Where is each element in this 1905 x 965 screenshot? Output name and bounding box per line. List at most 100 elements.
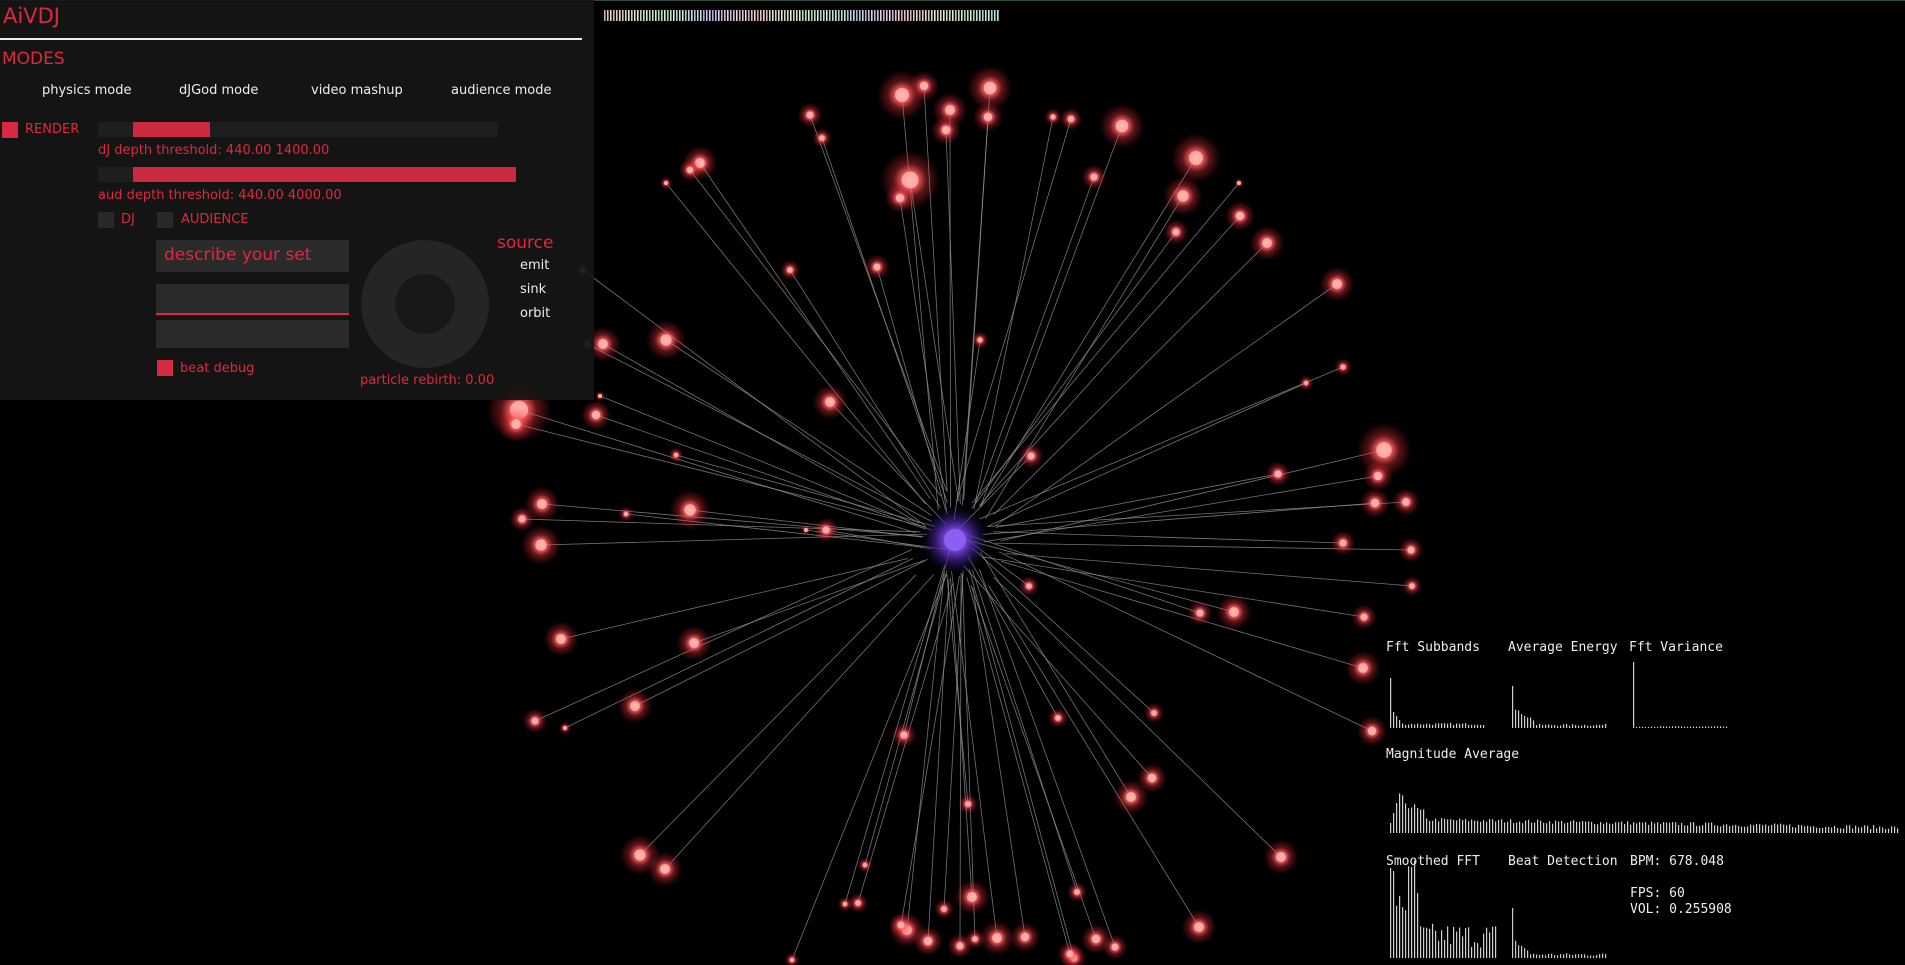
analyzer-bar [1420,724,1422,728]
particle-core [945,105,955,115]
analyzer-bar [1450,943,1452,958]
particle-core [1373,471,1383,481]
audience-mode-button[interactable]: audience mode [451,83,551,98]
particle-core [1340,364,1346,370]
analyzer-bar [1521,945,1523,958]
analyzer-bar [1723,824,1725,833]
particle-rebirth-knob[interactable] [361,240,489,368]
particle-ray [599,395,932,531]
analyzer-bar [1459,818,1461,833]
source-orbit-option[interactable]: orbit [520,306,550,321]
analyzer-bar [1429,724,1431,728]
djgod-mode-button[interactable]: dJGod mode [179,83,258,98]
particle-core [895,88,909,102]
spectrum-bar [655,10,657,21]
particle-core [518,515,526,523]
particle-ray [993,531,1344,544]
describe-set-input[interactable]: describe your set [156,240,349,272]
particle-ray [560,558,909,640]
smoothed-fft-graph [1390,860,1497,958]
analyzer-bar [1717,726,1719,728]
particle-core [1276,852,1286,862]
dj-depth-slider[interactable] [98,122,498,137]
spectrum-bar [967,10,969,21]
analyzer-bar [1603,823,1605,833]
analyzer-bar [1393,871,1395,958]
source-emit-option[interactable]: emit [520,258,549,273]
spectrum-bar [691,10,693,21]
app-title: AiVDJ [3,4,60,28]
analyzer-bar [1584,954,1586,958]
spectrum-bar [697,10,699,21]
particle-core [598,339,608,349]
analyzer-bar [1468,724,1470,728]
particle-core [992,933,1002,943]
analyzer-bar [1414,860,1416,958]
particle-ray [515,423,927,528]
analyzer-bar [1627,821,1629,833]
analyzer-bar [1561,820,1563,833]
aud-depth-slider[interactable] [98,167,516,182]
render-checkbox[interactable] [2,122,18,138]
analyzer-bar [1399,793,1401,833]
analyzer-bar [1804,826,1806,833]
spectrum-bar [682,10,684,21]
particle-core [1091,934,1101,944]
analyzer-bar [1612,823,1614,833]
analyzer-bar [1441,930,1443,958]
particle-core [1376,442,1392,458]
analyzer-bar [1600,822,1602,833]
particle-core [686,166,694,174]
physics-mode-button[interactable]: physics mode [42,83,132,98]
analyzer-bar [1554,955,1556,958]
analyzer-bar [1408,808,1410,833]
particle-core [941,125,951,135]
analyzer-bar [1576,821,1578,833]
analyzer-bar [1639,821,1641,833]
analyzer-bar [1486,821,1488,833]
analyzer-bar [1570,821,1572,833]
particle-core [1262,238,1272,248]
analyzer-bar [1762,825,1764,833]
analyzer-bar [1519,821,1521,833]
analyzer-bar [1699,825,1701,833]
analyzer-bar [1726,726,1728,728]
analyzer-bar [1567,822,1569,833]
video-mashup-button[interactable]: video mashup [311,83,403,98]
dj-checkbox[interactable] [98,212,114,228]
analyzer-bar [1518,945,1520,958]
particle-core [556,634,566,644]
analyzer-bar [1402,723,1404,728]
particle-core [897,921,905,929]
spectrum-bar [619,10,621,21]
analyzer-bar [1575,724,1577,728]
audience-checkbox[interactable] [157,212,173,228]
analyzer-bar [1552,823,1554,833]
analyzer-bar [1465,818,1467,833]
analyzer-bar [1774,823,1776,833]
spectrum-bar [877,10,879,21]
particle-ray [586,343,932,522]
spectrum-bar [661,10,663,21]
analyzer-bar [1527,717,1529,728]
beat-debug-checkbox[interactable] [157,360,173,376]
analyzer-bar [1663,726,1665,728]
spectrum-bar [922,10,924,21]
analyzer-bar [1489,932,1491,958]
spectrum-bar [913,10,915,21]
analyzer-bar [1524,715,1526,728]
particle-core [1147,773,1157,783]
particle-core [1332,279,1342,289]
source-sink-option[interactable]: sink [520,282,546,297]
spectrum-bar [784,10,786,21]
analyzer-bar [1732,825,1734,833]
analyzer-bar [1468,821,1470,833]
text-field-3[interactable] [156,320,349,348]
analyzer-bar [1477,820,1479,833]
analyzer-bar [1426,818,1428,833]
analyzer-bar [1528,819,1530,833]
text-field-2[interactable] [156,284,349,313]
particle-core [819,135,825,141]
analyzer-bar [1822,827,1824,833]
analyzer-bar [1399,720,1401,728]
